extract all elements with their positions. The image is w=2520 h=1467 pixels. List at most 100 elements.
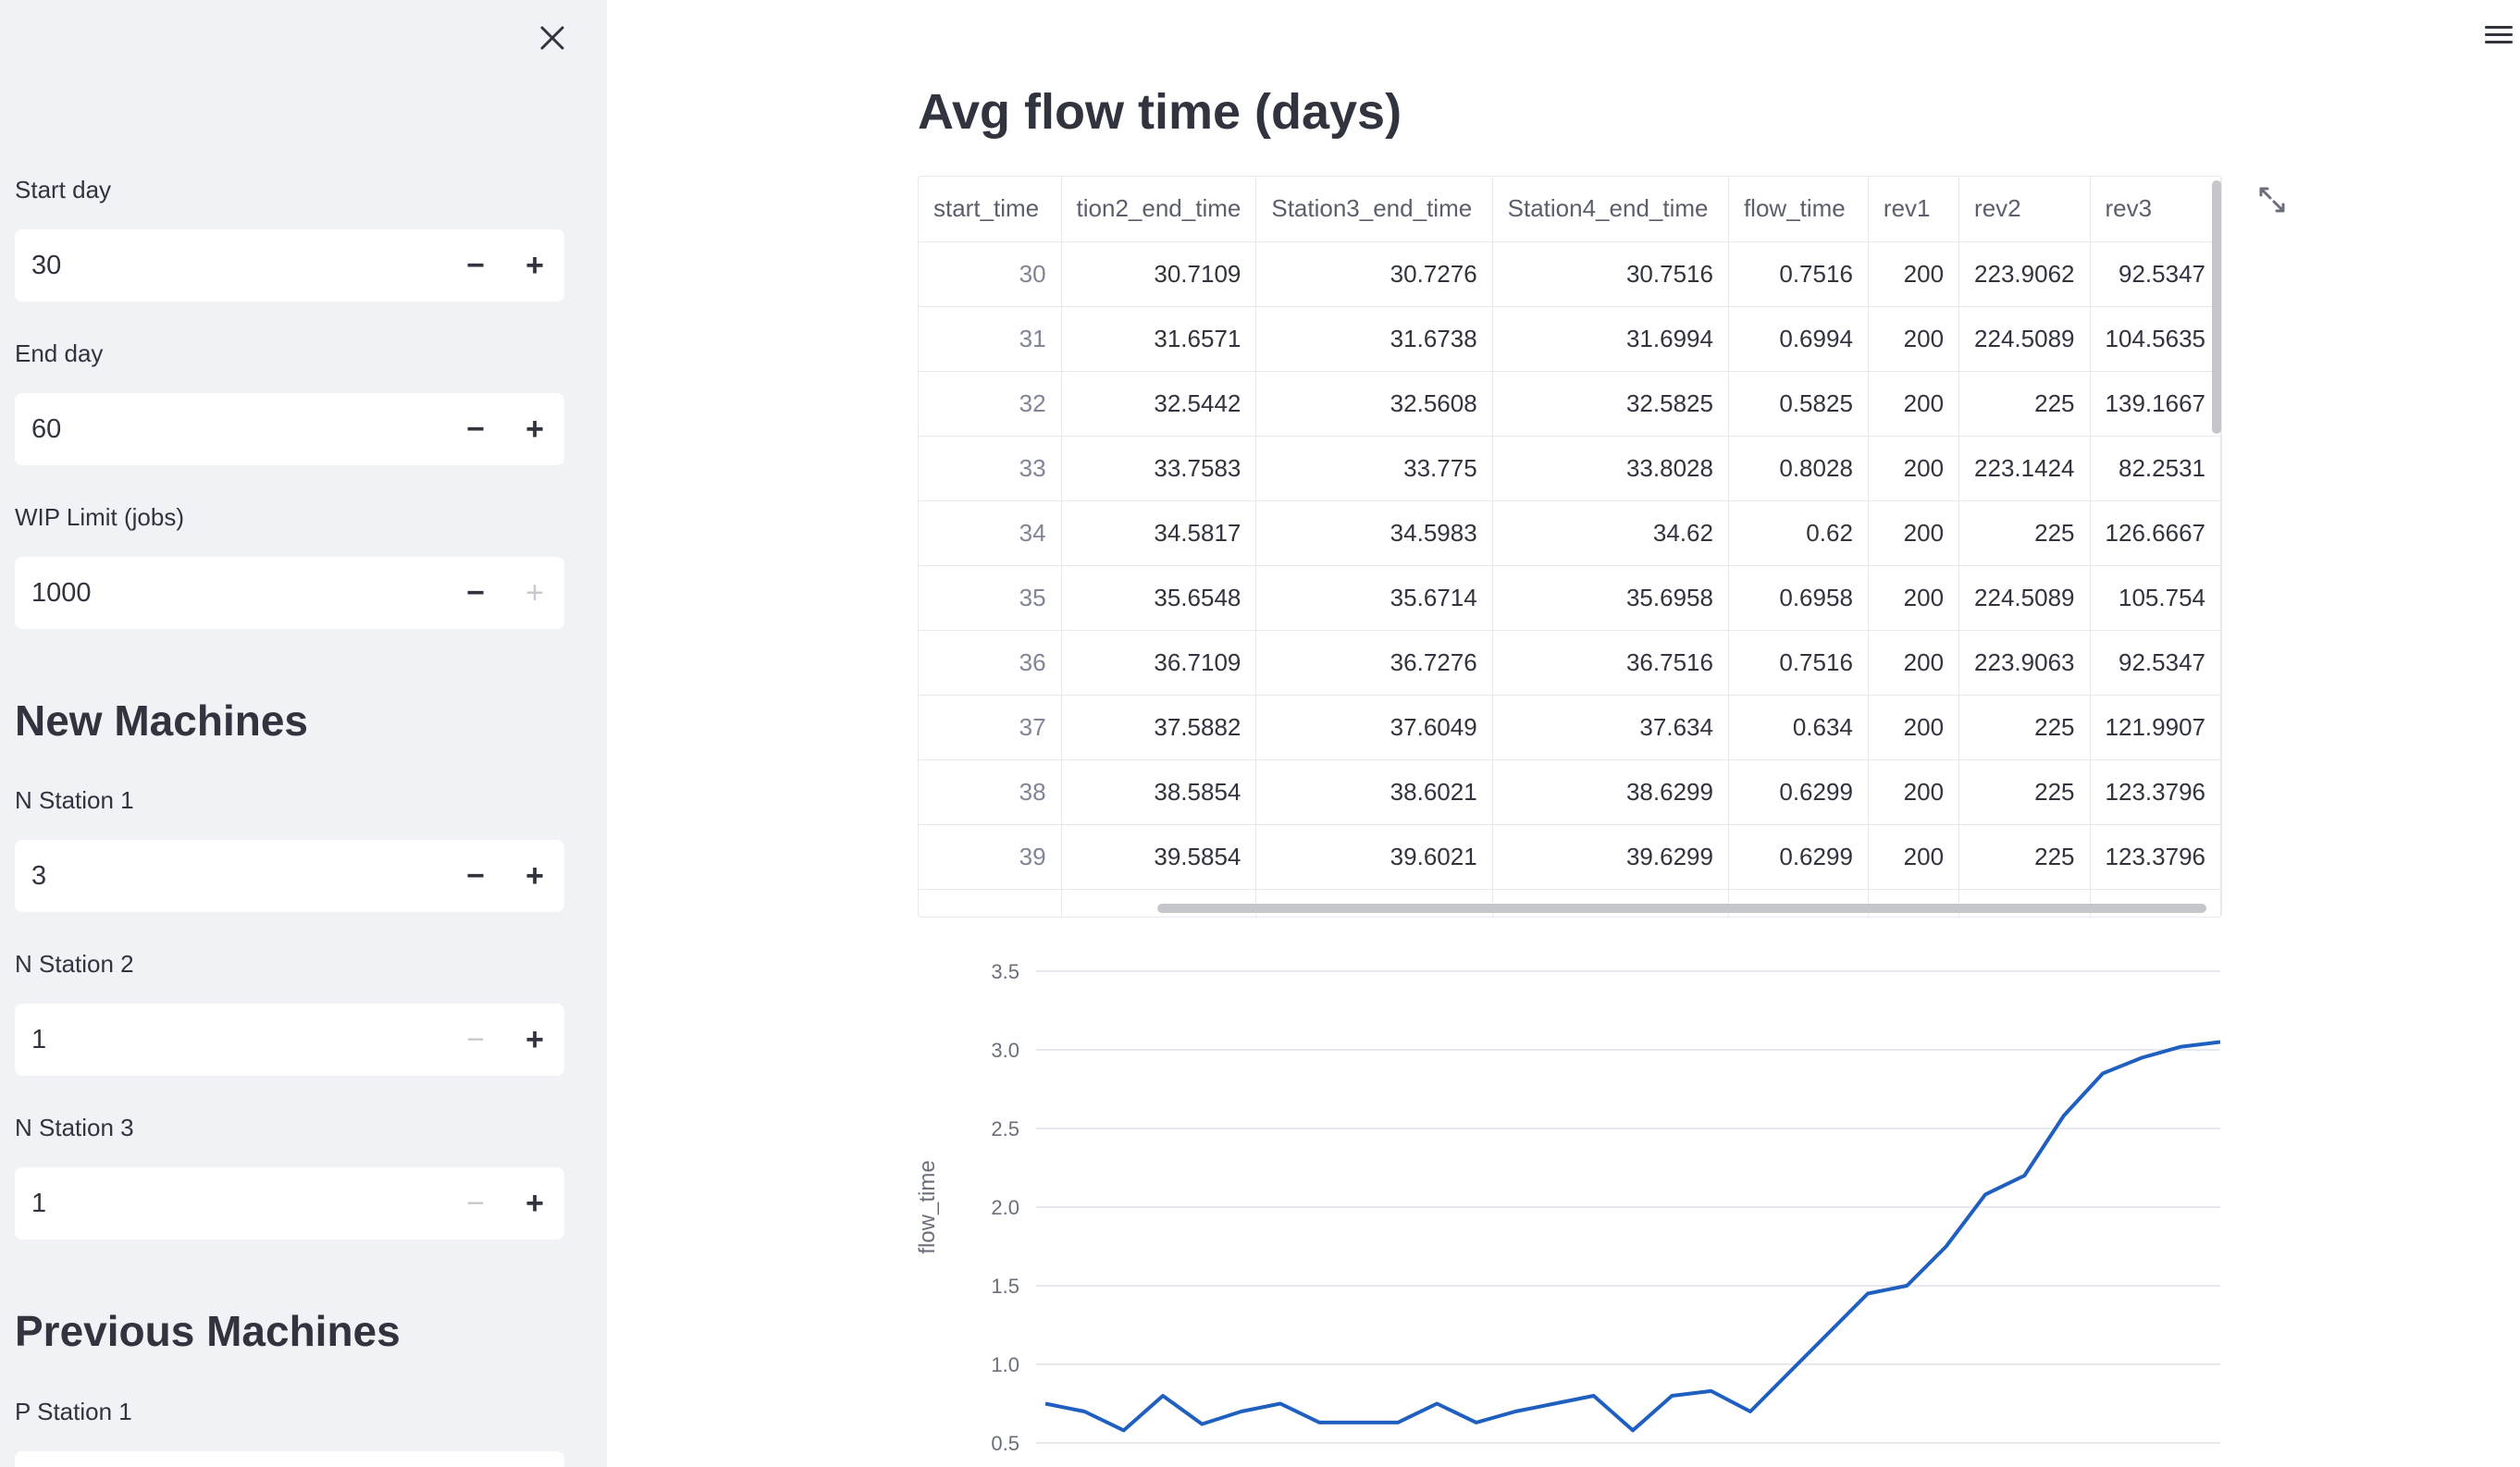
table-row[interactable]: 30 30.7109 30.7276 30.7516 0.7516 200 223.9062… — [919, 241, 2221, 307]
table-cell[interactable]: 35.6548 — [1061, 565, 1257, 631]
column-header-0[interactable]: start_time — [919, 177, 1062, 242]
table-cell[interactable]: 225 — [1958, 371, 2091, 437]
table-row[interactable]: 37 37.5882 37.6049 37.634 0.634 200 225 121.990… — [919, 695, 2221, 760]
table-cell[interactable]: 200 — [1868, 630, 1960, 696]
table-row[interactable]: 35 35.6548 35.6714 35.6958 0.6958 200 224.5089… — [919, 565, 2221, 631]
n-station-2-input[interactable]: 1 − + — [15, 1004, 564, 1076]
table-cell[interactable]: 34.5817 — [1061, 500, 1257, 566]
table-cell[interactable]: 37.6049 — [1255, 695, 1493, 760]
table-cell[interactable]: 126.6667 — [2090, 500, 2221, 566]
table-cell[interactable]: 225 — [1958, 695, 2091, 760]
start-day-input[interactable]: 30 − + — [15, 229, 564, 302]
table-cell[interactable]: 123.3796 — [2090, 824, 2221, 890]
table-cell[interactable]: 37.5882 — [1061, 695, 1257, 760]
table-cell[interactable]: 0.8028 — [1728, 436, 1869, 501]
n-station-1-value[interactable]: 3 — [15, 861, 446, 892]
table-row[interactable]: 39 39.5854 39.6021 39.6299 0.6299 200 225 123.3… — [919, 824, 2221, 890]
table-cell[interactable]: 32 — [919, 371, 1062, 437]
table-cell[interactable]: 39 — [919, 824, 1062, 890]
column-header-2[interactable]: Station3_end_time — [1255, 177, 1493, 242]
wip-limit-decrement-button[interactable]: − — [446, 557, 505, 629]
end-day-value[interactable]: 60 — [15, 414, 446, 445]
table-cell[interactable]: 35.6958 — [1492, 565, 1729, 631]
table-cell[interactable]: 200 — [1868, 500, 1960, 566]
table-cell[interactable]: 224.5089 — [1958, 306, 2091, 372]
end-day-input[interactable]: 60 − + — [15, 393, 564, 465]
table-cell[interactable]: 200 — [1868, 565, 1960, 631]
dataframe-table[interactable]: start_time tion2_end_time Station3_end_tim… — [918, 176, 2222, 918]
table-cell[interactable]: 200 — [1868, 759, 1960, 825]
table-cell[interactable]: 224.5089 — [1958, 565, 2091, 631]
fullscreen-button[interactable] — [2255, 183, 2289, 216]
wip-limit-value[interactable]: 1000 — [15, 578, 446, 609]
table-cell[interactable]: 92.5347 — [2090, 241, 2221, 307]
n-station-2-value[interactable]: 1 — [15, 1025, 446, 1055]
table-cell[interactable]: 32.5442 — [1061, 371, 1257, 437]
column-header-1[interactable]: tion2_end_time — [1061, 177, 1257, 242]
table-cell[interactable]: 105.754 — [2090, 565, 2221, 631]
end-day-increment-button[interactable]: + — [505, 393, 564, 465]
table-cell[interactable]: 82.2531 — [2090, 436, 2221, 501]
table-cell[interactable]: 39.6021 — [1255, 824, 1493, 890]
table-cell[interactable]: 104.5635 — [2090, 306, 2221, 372]
table-row[interactable]: 32 32.5442 32.5608 32.5825 0.5825 200 225 139.1… — [919, 371, 2221, 437]
table-row[interactable]: 36 36.7109 36.7276 36.7516 0.7516 200 223.9063… — [919, 630, 2221, 696]
table-cell[interactable]: 0.6299 — [1728, 824, 1869, 890]
table-cell[interactable]: 0.62 — [1728, 500, 1869, 566]
wip-limit-increment-button[interactable]: + — [505, 557, 564, 629]
column-header-7[interactable]: rev3 — [2090, 177, 2221, 242]
table-cell[interactable]: 36 — [919, 630, 1062, 696]
column-header-4[interactable]: flow_time — [1728, 177, 1869, 242]
table-cell[interactable]: 30 — [919, 241, 1062, 307]
table-cell[interactable]: 30.7276 — [1255, 241, 1493, 307]
table-cell[interactable]: 38.6021 — [1255, 759, 1493, 825]
n-station-3-input[interactable]: 1 − + — [15, 1167, 564, 1239]
table-horizontal-scrollbar[interactable] — [1157, 904, 2206, 913]
table-cell[interactable]: 200 — [1868, 371, 1960, 437]
table-cell[interactable]: 0.6299 — [1728, 759, 1869, 825]
table-cell[interactable]: 36.7276 — [1255, 630, 1493, 696]
n-station-3-increment-button[interactable]: + — [505, 1167, 564, 1239]
wip-limit-input[interactable]: 1000 − + — [15, 557, 564, 629]
end-day-decrement-button[interactable]: − — [446, 393, 505, 465]
table-cell[interactable]: 31.6571 — [1061, 306, 1257, 372]
table-cell[interactable]: 33.775 — [1255, 436, 1493, 501]
table-cell[interactable]: 32.5608 — [1255, 371, 1493, 437]
table-cell[interactable]: 31 — [919, 306, 1062, 372]
table-vertical-scrollbar[interactable] — [2212, 180, 2221, 434]
table-cell[interactable]: 223.1424 — [1958, 436, 2091, 501]
table-cell[interactable]: 200 — [1868, 306, 1960, 372]
table-cell[interactable]: 0.7516 — [1728, 630, 1869, 696]
table-cell[interactable]: 30.7516 — [1492, 241, 1729, 307]
table-cell[interactable]: 0.7516 — [1728, 241, 1869, 307]
start-day-decrement-button[interactable]: − — [446, 229, 505, 302]
table-cell[interactable]: 33.8028 — [1492, 436, 1729, 501]
table-cell[interactable]: 34.5983 — [1255, 500, 1493, 566]
table-cell[interactable]: 34.62 — [1492, 500, 1729, 566]
n-station-3-decrement-button[interactable]: − — [446, 1167, 505, 1239]
table-cell[interactable]: 225 — [1958, 824, 2091, 890]
table-cell[interactable]: 223.9063 — [1958, 630, 2091, 696]
table-cell[interactable]: 223.9062 — [1958, 241, 2091, 307]
table-cell[interactable]: 35.6714 — [1255, 565, 1493, 631]
table-cell[interactable]: 35 — [919, 565, 1062, 631]
table-row[interactable]: 38 38.5854 38.6021 38.6299 0.6299 200 225 123.3… — [919, 759, 2221, 825]
table-cell[interactable]: 0.6958 — [1728, 565, 1869, 631]
table-cell[interactable]: 33 — [919, 436, 1062, 501]
table-cell[interactable]: 225 — [1958, 759, 2091, 825]
n-station-1-increment-button[interactable]: + — [505, 840, 564, 912]
table-cell[interactable]: 0.6994 — [1728, 306, 1869, 372]
column-header-5[interactable]: rev1 — [1868, 177, 1960, 242]
table-cell[interactable]: 121.9907 — [2090, 695, 2221, 760]
start-day-increment-button[interactable]: + — [505, 229, 564, 302]
table-cell[interactable]: 200 — [1868, 824, 1960, 890]
table-cell[interactable]: 0.634 — [1728, 695, 1869, 760]
table-cell[interactable]: 92.5347 — [2090, 630, 2221, 696]
start-day-value[interactable]: 30 — [15, 251, 446, 281]
n-station-1-input[interactable]: 3 − + — [15, 840, 564, 912]
table-row[interactable]: 33 33.7583 33.775 33.8028 0.8028 200 223.1424 8… — [919, 436, 2221, 501]
table-cell[interactable]: 0.5825 — [1728, 371, 1869, 437]
column-header-3[interactable]: Station4_end_time — [1492, 177, 1729, 242]
table-row[interactable]: 34 34.5817 34.5983 34.62 0.62 200 225 126.6667 — [919, 500, 2221, 566]
n-station-2-increment-button[interactable]: + — [505, 1004, 564, 1076]
